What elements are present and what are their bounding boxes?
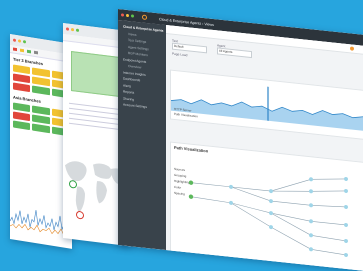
status-icon-red[interactable] <box>13 47 17 52</box>
minimize-window-icon[interactable] <box>71 27 74 32</box>
branch-tile[interactable] <box>32 114 50 125</box>
area-chart-panel <box>71 50 123 98</box>
close-window-icon[interactable] <box>121 13 124 17</box>
logo-icon <box>142 14 147 21</box>
map-marker-red-icon[interactable] <box>76 210 84 220</box>
minimize-window-icon[interactable] <box>126 13 129 18</box>
main-content: Test Default Agent All Agents Page Load HTT… <box>166 25 363 271</box>
sidebar: Cloud & Enterprise Agents Views Test Setti… <box>118 20 166 251</box>
close-window-icon[interactable] <box>13 38 16 42</box>
close-window-icon[interactable] <box>66 27 69 31</box>
branch-tile[interactable] <box>13 64 31 75</box>
branch-tile[interactable] <box>32 123 50 134</box>
status-icon-green[interactable] <box>27 49 31 54</box>
status-icon-yellow[interactable] <box>20 48 24 53</box>
branch-tile[interactable] <box>13 73 31 84</box>
notification-icon[interactable] <box>350 46 354 51</box>
maximize-window-icon[interactable] <box>23 40 26 44</box>
timeline-card: HTTP Server Path Visualization <box>170 69 363 140</box>
branch-tile[interactable] <box>13 82 31 93</box>
detail-lines <box>69 99 125 135</box>
branch-tile[interactable] <box>13 111 31 122</box>
path-visualization-card: Path Visualization Sources Grouping Highli… <box>170 141 363 271</box>
path-graph[interactable] <box>171 151 361 271</box>
branch-tile[interactable] <box>32 76 50 87</box>
path-visualization-window: Cloud & Enterprise Agents › Views Cloud … <box>118 9 363 271</box>
settings-icon[interactable] <box>34 50 38 55</box>
branch-tile[interactable] <box>32 85 50 96</box>
branch-tile[interactable] <box>13 102 31 113</box>
branch-tile[interactable] <box>32 105 50 116</box>
map-marker-green-icon[interactable] <box>69 179 77 189</box>
branch-tile[interactable] <box>32 67 50 78</box>
minimize-window-icon[interactable] <box>18 39 21 43</box>
maximize-window-icon[interactable] <box>131 14 134 18</box>
branch-tile[interactable] <box>13 120 31 131</box>
maximize-window-icon[interactable] <box>76 28 79 32</box>
